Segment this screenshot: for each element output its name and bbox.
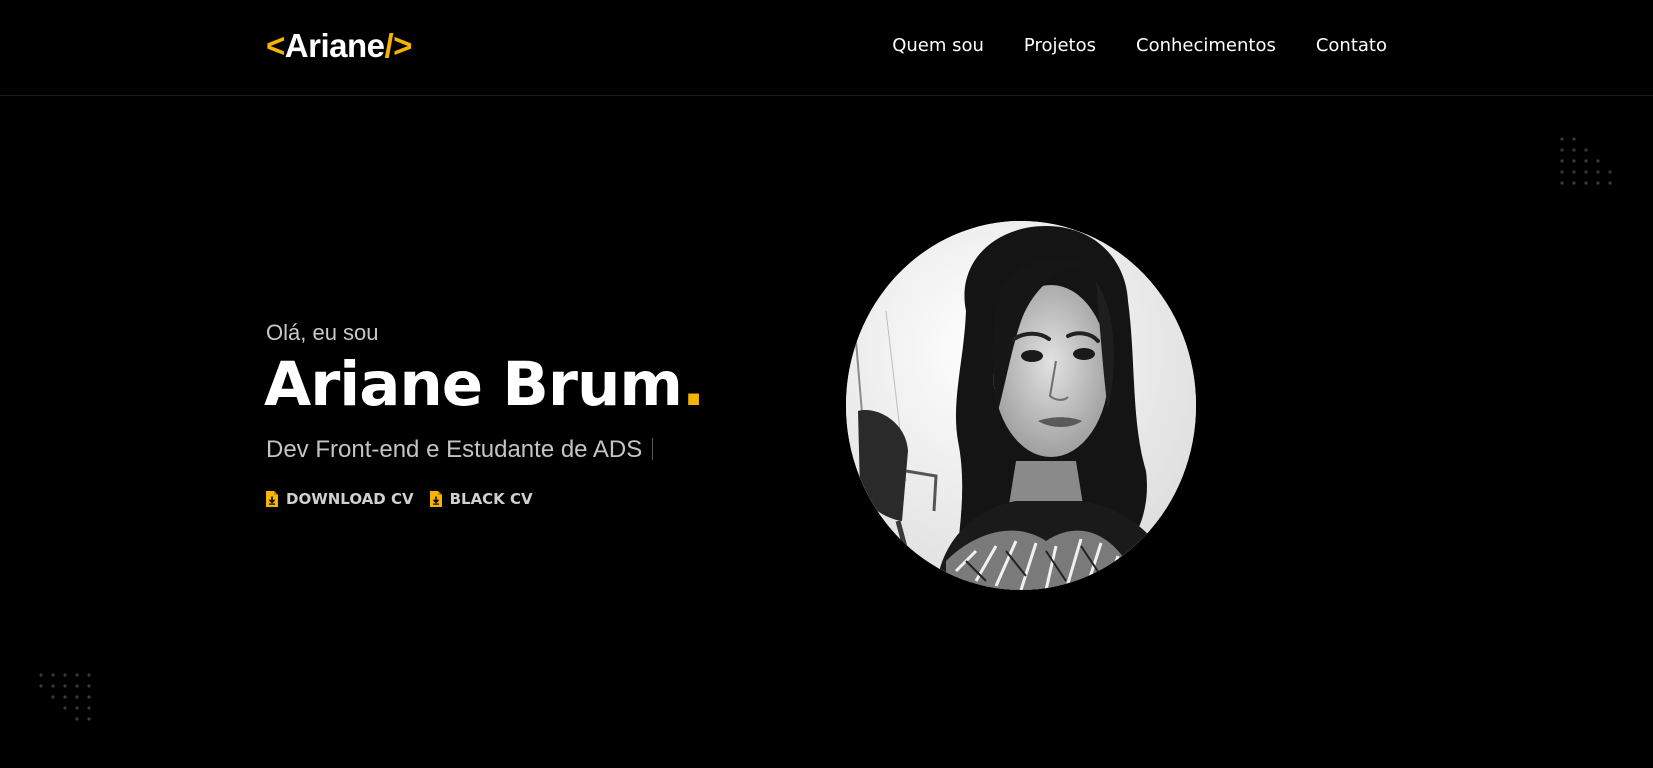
hero-name-dot: . [681, 349, 705, 420]
site-header: <Ariane/> Quem sou Projetos Conhecimento… [0, 0, 1653, 96]
nav-link-conhecimentos[interactable]: Conhecimentos [1136, 34, 1276, 58]
profile-photo [846, 221, 1196, 590]
hero-subtitle-text: Dev Front-end e Estudante de ADS [266, 436, 643, 463]
dot-pattern-top-right [1559, 136, 1619, 196]
hero-name: Ariane Brum. [264, 348, 705, 422]
download-cv-label: DOWNLOAD CV [286, 490, 414, 508]
file-download-icon [429, 491, 442, 507]
nav-link-quem-sou[interactable]: Quem sou [892, 34, 984, 58]
nav-link-projetos[interactable]: Projetos [1024, 34, 1096, 58]
file-download-icon [266, 491, 278, 507]
logo-slash: / [384, 27, 394, 64]
main-nav: Quem sou Projetos Conhecimentos Contato [892, 34, 1387, 58]
hero-greeting: Olá, eu sou [266, 320, 379, 345]
page: <Ariane/> Quem sou Projetos Conhecimento… [0, 0, 1653, 768]
cv-links: DOWNLOAD CV BLACK CV [266, 489, 533, 509]
black-cv-link[interactable]: BLACK CV [429, 489, 533, 509]
hero-name-text: Ariane Brum [264, 349, 683, 420]
logo[interactable]: <Ariane/> [266, 26, 412, 66]
typing-cursor [652, 438, 654, 460]
logo-text: Ariane [284, 27, 385, 64]
download-cv-link[interactable]: DOWNLOAD CV [266, 489, 414, 509]
nav-link-contato[interactable]: Contato [1316, 34, 1387, 58]
dot-pattern-bottom-left [38, 672, 98, 732]
black-cv-label: BLACK CV [449, 490, 533, 508]
logo-open-bracket: < [266, 27, 285, 64]
logo-close-bracket: > [393, 27, 412, 64]
hero-subtitle: Dev Front-end e Estudante de ADS [266, 435, 654, 465]
